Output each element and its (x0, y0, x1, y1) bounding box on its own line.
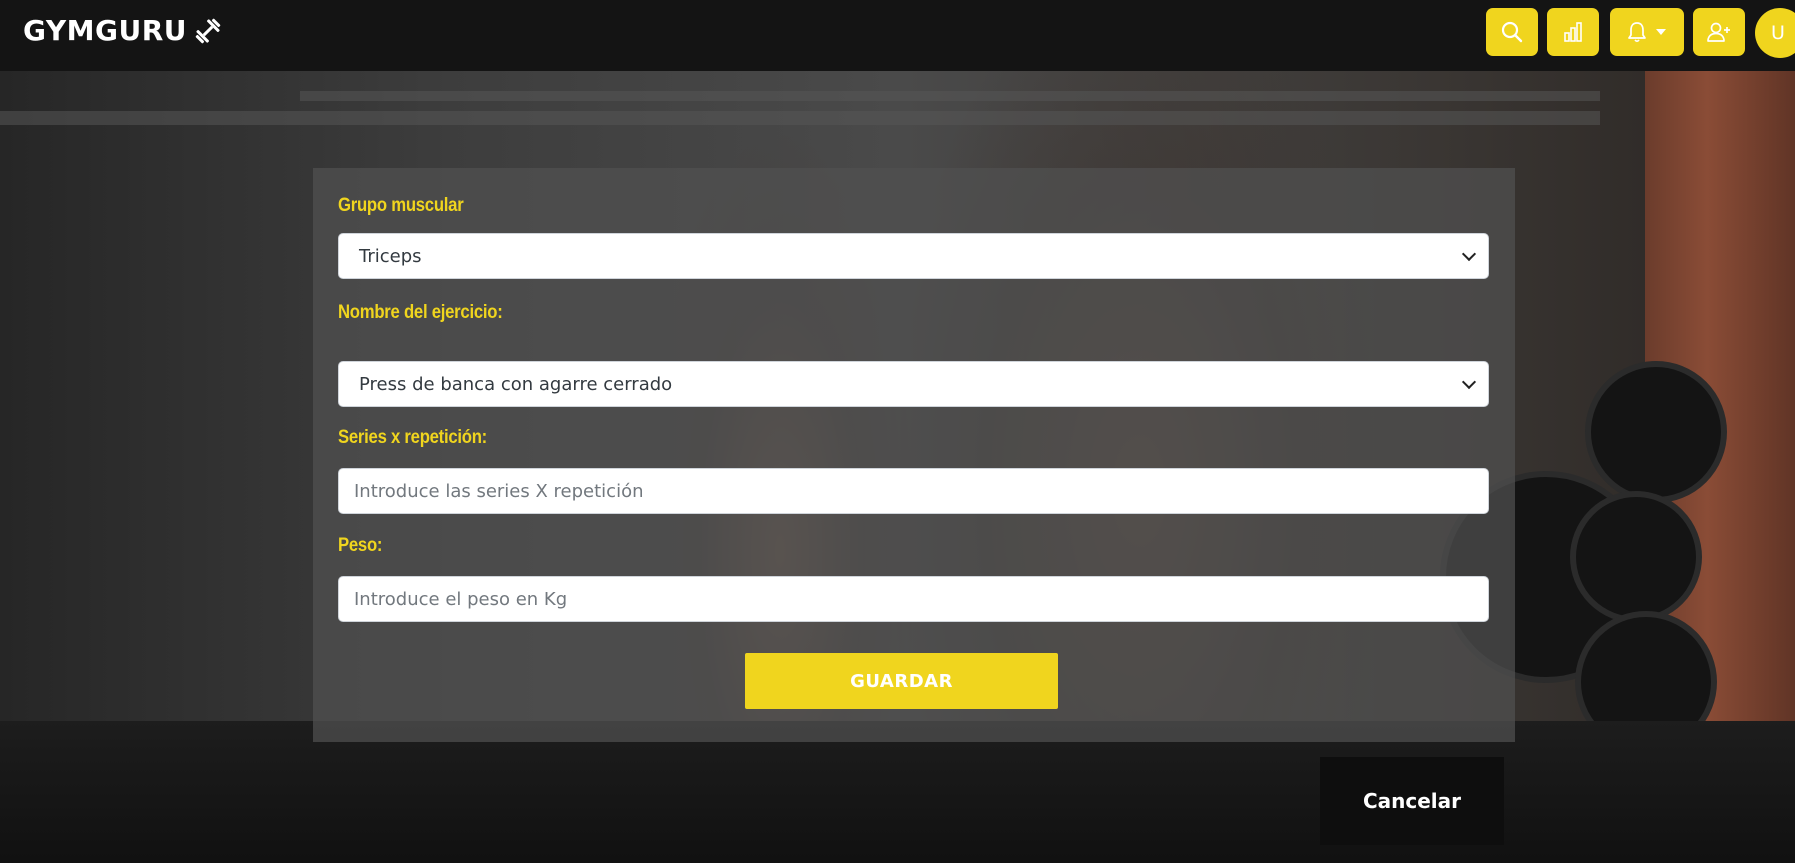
weight-input[interactable]: Introduce el peso en Kg (338, 576, 1489, 622)
top-navbar: GYMGURU U (0, 0, 1795, 71)
search-button[interactable] (1486, 8, 1538, 56)
add-user-button[interactable] (1693, 8, 1745, 56)
exercise-name-select[interactable]: Press de banca con agarre cerrado (338, 361, 1489, 407)
stats-button[interactable] (1547, 8, 1599, 56)
series-label: Series x repetición: (338, 427, 487, 448)
dumbbell-icon (195, 18, 221, 43)
exercise-form-panel: Grupo muscular Triceps Nombre del ejerci… (313, 168, 1515, 742)
cancel-button[interactable]: Cancelar (1320, 757, 1504, 845)
user-avatar[interactable]: U (1755, 8, 1795, 58)
weight-label: Peso: (338, 535, 383, 556)
bar-chart-icon (1564, 22, 1582, 42)
muscle-group-value: Triceps (359, 245, 422, 267)
series-placeholder: Introduce las series X repetición (354, 480, 644, 502)
avatar-initial: U (1771, 22, 1785, 44)
chevron-down-icon (1461, 246, 1477, 262)
exercise-name-label: Nombre del ejercicio: (338, 302, 503, 323)
add-user-icon (1707, 22, 1730, 42)
muscle-group-label: Grupo muscular (338, 195, 464, 216)
save-button[interactable]: GUARDAR (745, 653, 1058, 709)
bell-icon (1628, 22, 1646, 43)
muscle-group-select[interactable]: Triceps (338, 233, 1489, 279)
brand-logo[interactable]: GYMGURU (23, 14, 223, 47)
brand-name: GYMGURU (23, 14, 188, 47)
notifications-dropdown-button[interactable] (1610, 8, 1684, 56)
search-icon (1501, 21, 1523, 43)
exercise-name-value: Press de banca con agarre cerrado (359, 373, 673, 395)
chevron-down-icon (1461, 374, 1477, 390)
weight-placeholder: Introduce el peso en Kg (354, 588, 568, 610)
series-input[interactable]: Introduce las series X repetición (338, 468, 1489, 514)
caret-down-icon (1656, 29, 1666, 35)
